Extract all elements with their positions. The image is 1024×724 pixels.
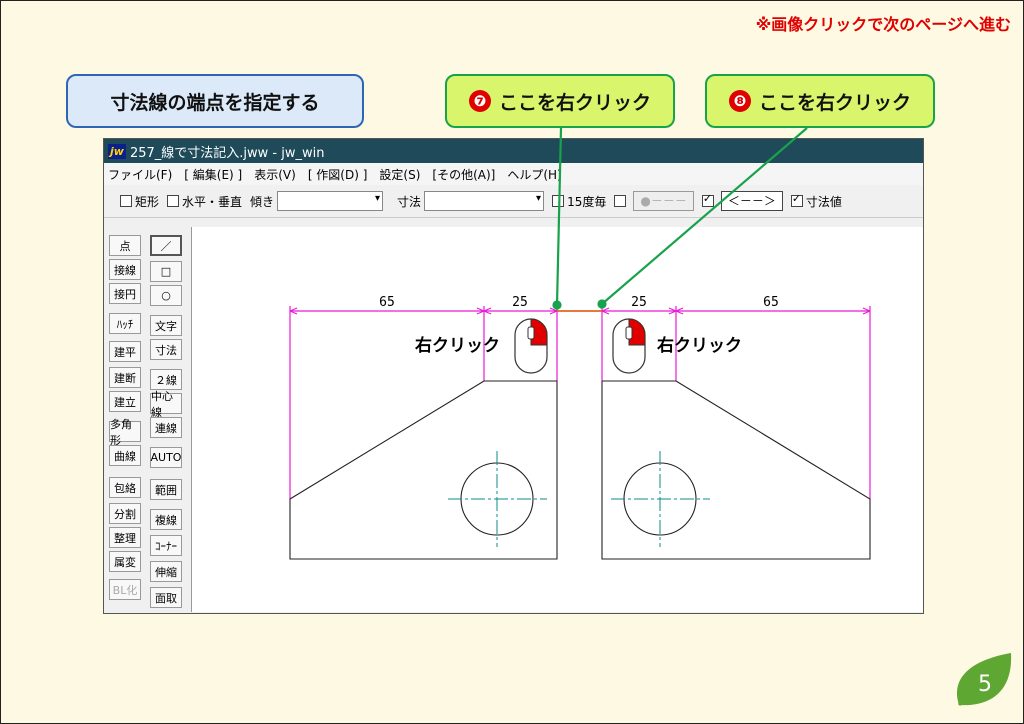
tool-offset[interactable]: 複線 (150, 509, 182, 530)
tool-attribute[interactable]: 属変 (109, 551, 141, 572)
menu-settings[interactable]: 設定(S) (379, 166, 420, 183)
tool-chamfer[interactable]: 面取 (150, 587, 182, 608)
dim-value-label: 寸法値 (805, 194, 842, 209)
hv-checkbox[interactable] (167, 195, 180, 207)
tool-envelope[interactable]: 包絡 (109, 477, 141, 498)
tool-circle[interactable]: ○ (150, 285, 182, 306)
tool-stretch[interactable]: 伸縮 (150, 561, 182, 582)
dim-label: 寸法 (397, 194, 422, 209)
arrow-checkbox[interactable] (701, 192, 714, 207)
next-page-notice: ※画像クリックで次のページへ進む (755, 15, 1011, 34)
options-toolbar: 矩形 水平・垂直 傾き 寸法 15度毎 ●－－－ ＜－－＞ 寸法値 (104, 185, 923, 218)
tool-divide[interactable]: 分割 (109, 503, 141, 524)
window-titlebar[interactable]: jw 257_線で寸法記入.jww - jw_win (104, 139, 923, 163)
dim-combo[interactable] (424, 191, 545, 211)
tool-auto[interactable]: AUTO (150, 447, 182, 468)
step7-number: ❼ (468, 90, 491, 112)
tool-cleanup[interactable]: 整理 (109, 527, 141, 548)
tool-plan[interactable]: 建平 (109, 341, 141, 362)
tool-tangent[interactable]: 接線 (109, 259, 141, 280)
tilt-option: 傾き (250, 191, 384, 211)
tool-text[interactable]: 文字 (150, 315, 182, 336)
main-instruction-text: 寸法線の端点を指定する (110, 91, 320, 114)
tool-continuous-line[interactable]: 連線 (150, 417, 182, 438)
tool-elevation[interactable]: 建立 (109, 391, 141, 412)
tool-tangent-circle[interactable]: 接円 (109, 283, 141, 304)
menu-help[interactable]: ヘルプ(H) (507, 166, 561, 183)
rect-option[interactable]: 矩形 (120, 193, 159, 210)
tool-point[interactable]: 点 (109, 235, 141, 256)
arrow-style-button[interactable]: ＜－－＞ (720, 191, 783, 211)
slide[interactable]: ※画像クリックで次のページへ進む 寸法線の端点を指定する ❼ ここを右クリック … (0, 0, 1024, 724)
tool-corner[interactable]: ｺｰﾅｰ (150, 535, 182, 556)
tool-line[interactable]: ／ (150, 235, 182, 256)
deg15-checkbox[interactable] (552, 195, 565, 207)
jw-cad-window: jw 257_線で寸法記入.jww - jw_win ファイル(F) [ 編集(… (103, 138, 924, 614)
app-logo-icon: jw (108, 143, 126, 159)
dim-value-option[interactable]: 寸法値 (790, 192, 842, 210)
step8-text: ここを右クリック (758, 91, 911, 114)
step7-text: ここを右クリック (498, 91, 651, 114)
step7-callout: ❼ ここを右クリック (445, 74, 675, 128)
tool-section[interactable]: 建断 (109, 367, 141, 388)
dim-option: 寸法 (397, 191, 545, 211)
step8-callout: ❽ ここを右クリック (705, 74, 935, 128)
page-number-leaf-icon: 5 (956, 653, 1012, 707)
rect-checkbox[interactable] (120, 195, 132, 207)
tool-centerline[interactable]: 中心線 (150, 390, 182, 419)
tool-block[interactable]: BL化 (109, 579, 141, 600)
menu-view[interactable]: 表示(V) (254, 166, 296, 183)
tool-polygon[interactable]: 多角形 (109, 418, 141, 447)
tool-rectangle[interactable]: □ (150, 261, 182, 282)
menu-edit[interactable]: [ 編集(E) ] (184, 166, 242, 183)
page-number: 5 (978, 672, 992, 697)
step8-number: ❽ (728, 90, 751, 112)
main-instruction-callout: 寸法線の端点を指定する (66, 74, 364, 128)
window-title: 257_線で寸法記入.jww - jw_win (129, 145, 325, 161)
dot-checkbox[interactable] (614, 195, 627, 207)
dot-style-button[interactable]: ●－－－ (633, 191, 694, 211)
menu-draw[interactable]: [ 作図(D) ] (308, 166, 368, 183)
arrow-option: ＜－－＞ (701, 191, 783, 211)
menu-bar: ファイル(F) [ 編集(E) ] 表示(V) [ 作図(D) ] 設定(S) … (104, 163, 923, 185)
tool-dimension[interactable]: 寸法 (150, 339, 182, 360)
menu-other[interactable]: [その他(A)] (432, 166, 495, 183)
tool-range[interactable]: 範囲 (150, 479, 182, 500)
deg15-option[interactable]: 15度毎 (552, 193, 606, 210)
dim-value-checkbox[interactable] (790, 192, 803, 207)
tool-palette: 点 接線 接円 ﾊｯﾁ 建平 建断 建立 多角形 曲線 包絡 分割 整理 属変 … (104, 217, 190, 613)
tool-hatch[interactable]: ﾊｯﾁ (109, 313, 141, 334)
tool-curve[interactable]: 曲線 (109, 445, 141, 466)
tilt-combo[interactable] (277, 191, 384, 211)
hv-option[interactable]: 水平・垂直 (167, 193, 242, 210)
rect-label: 矩形 (135, 194, 160, 209)
hv-label: 水平・垂直 (182, 194, 243, 209)
dot-option: ●－－－ (614, 191, 694, 211)
drawing-canvas[interactable] (191, 227, 923, 612)
menu-file[interactable]: ファイル(F) (108, 166, 172, 183)
deg15-label: 15度毎 (567, 194, 607, 209)
tilt-label: 傾き (250, 194, 275, 209)
